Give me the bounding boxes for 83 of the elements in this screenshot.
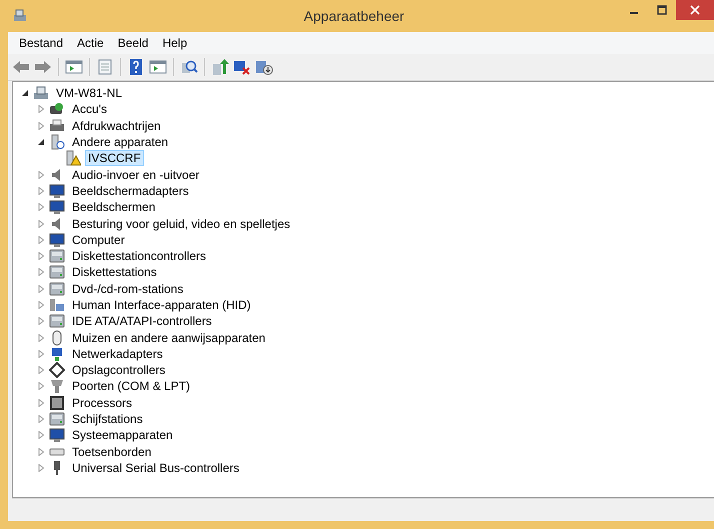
- drive-icon: [49, 264, 65, 280]
- device-icon: [49, 297, 65, 313]
- expand-toggle[interactable]: [37, 464, 45, 472]
- tree-item[interactable]: Afdrukwachtrijen: [69, 118, 164, 134]
- tree-item[interactable]: VM-W81-NL: [53, 85, 126, 102]
- drive-icon: [49, 313, 65, 330]
- expand-toggle[interactable]: [21, 89, 29, 98]
- expand-toggle[interactable]: [37, 284, 45, 293]
- expand-toggle[interactable]: [37, 350, 45, 358]
- expand-toggle[interactable]: [37, 366, 45, 374]
- drive-icon: [49, 280, 65, 297]
- app-icon: [12, 8, 28, 24]
- tree-item[interactable]: Systeemapparaten: [69, 427, 176, 444]
- expand-toggle[interactable]: [37, 317, 45, 326]
- tree-item[interactable]: Toetsenborden: [69, 444, 154, 460]
- menu-item[interactable]: Actie: [70, 34, 111, 52]
- menu-item[interactable]: Help: [155, 34, 194, 52]
- expand-toggle[interactable]: [37, 431, 45, 440]
- tree-item[interactable]: IVSCCRF: [85, 150, 144, 166]
- expand-toggle[interactable]: [37, 334, 45, 342]
- update-icon[interactable]: [211, 58, 229, 76]
- expand-toggle[interactable]: [37, 382, 45, 390]
- tree-item[interactable]: Diskettestations: [69, 264, 160, 280]
- computer-icon: [33, 85, 49, 102]
- tree-item[interactable]: Diskettestationcontrollers: [69, 248, 210, 264]
- menu-item[interactable]: Bestand: [12, 34, 70, 52]
- tree-item[interactable]: Beeldschermen: [69, 199, 158, 216]
- expand-toggle[interactable]: [37, 252, 45, 260]
- drive-icon: [49, 411, 65, 428]
- expand-toggle[interactable]: [37, 301, 45, 309]
- drive-icon: [49, 248, 65, 264]
- tree-item[interactable]: Besturing voor geluid, video en spelletjes: [69, 216, 294, 232]
- expand-toggle[interactable]: [37, 220, 45, 228]
- device-question-icon: [49, 134, 65, 150]
- expand-toggle[interactable]: [37, 236, 45, 244]
- expand-toggle[interactable]: [37, 268, 45, 276]
- expand-toggle[interactable]: [37, 170, 45, 179]
- tree-item[interactable]: Poorten (COM & LPT): [69, 378, 194, 394]
- tree-item[interactable]: Human Interface-apparaten (HID): [69, 297, 254, 313]
- expand-toggle[interactable]: [37, 122, 45, 130]
- disable-icon[interactable]: [233, 58, 251, 76]
- monitor-icon: [49, 199, 65, 216]
- tree-item[interactable]: Schijfstations: [69, 411, 146, 428]
- expand-toggle[interactable]: [37, 138, 45, 146]
- warning-icon: [65, 150, 81, 166]
- expand-toggle[interactable]: [37, 203, 45, 212]
- tree-item[interactable]: Andere apparaten: [69, 134, 172, 150]
- expand-toggle[interactable]: [37, 186, 45, 195]
- minimize-icon: [630, 12, 638, 14]
- back-arrow-icon[interactable]: [12, 58, 30, 76]
- tree-item[interactable]: Processors: [69, 394, 136, 411]
- tree-item[interactable]: Universal Serial Bus-controllers: [69, 460, 242, 476]
- menu-item[interactable]: Beeld: [110, 34, 156, 52]
- scan-icon[interactable]: [180, 58, 198, 76]
- monitor-icon: [49, 232, 65, 248]
- monitor-icon: [49, 182, 65, 199]
- expand-toggle[interactable]: [37, 415, 45, 424]
- forward-arrow-icon[interactable]: [34, 58, 52, 76]
- chip-icon: [49, 394, 65, 411]
- expand-toggle[interactable]: [37, 448, 45, 456]
- tree-item[interactable]: Netwerkadapters: [69, 346, 166, 362]
- close-icon: [690, 5, 700, 15]
- tree-item[interactable]: Accu's: [69, 101, 110, 118]
- window-pane-icon[interactable]: [65, 58, 83, 76]
- diamond-icon: [49, 362, 65, 378]
- maximize-icon: [656, 5, 667, 15]
- printer-icon: [49, 118, 65, 134]
- monitor-icon: [49, 427, 65, 444]
- tree-item[interactable]: Beeldschermadapters: [69, 182, 192, 199]
- window-pane-icon[interactable]: [149, 58, 167, 76]
- page-icon[interactable]: [96, 58, 114, 76]
- tree-item[interactable]: Audio-invoer en -uitvoer: [69, 166, 202, 183]
- close-button[interactable]: [676, 0, 714, 20]
- tree-item[interactable]: Muizen en andere aanwijsapparaten: [69, 330, 268, 346]
- tree-item[interactable]: IDE ATA/ATAPI-controllers: [69, 313, 215, 330]
- expand-toggle[interactable]: [37, 398, 45, 407]
- tree-item[interactable]: Opslagcontrollers: [69, 362, 168, 378]
- help-icon[interactable]: [127, 58, 145, 76]
- window-title: Apparaatbeheer: [302, 8, 404, 24]
- tree-item[interactable]: Dvd-/cd-rom-stations: [69, 280, 186, 297]
- tree-item[interactable]: Computer: [69, 232, 128, 248]
- expand-toggle[interactable]: [37, 105, 45, 114]
- uninstall-icon[interactable]: [255, 58, 273, 76]
